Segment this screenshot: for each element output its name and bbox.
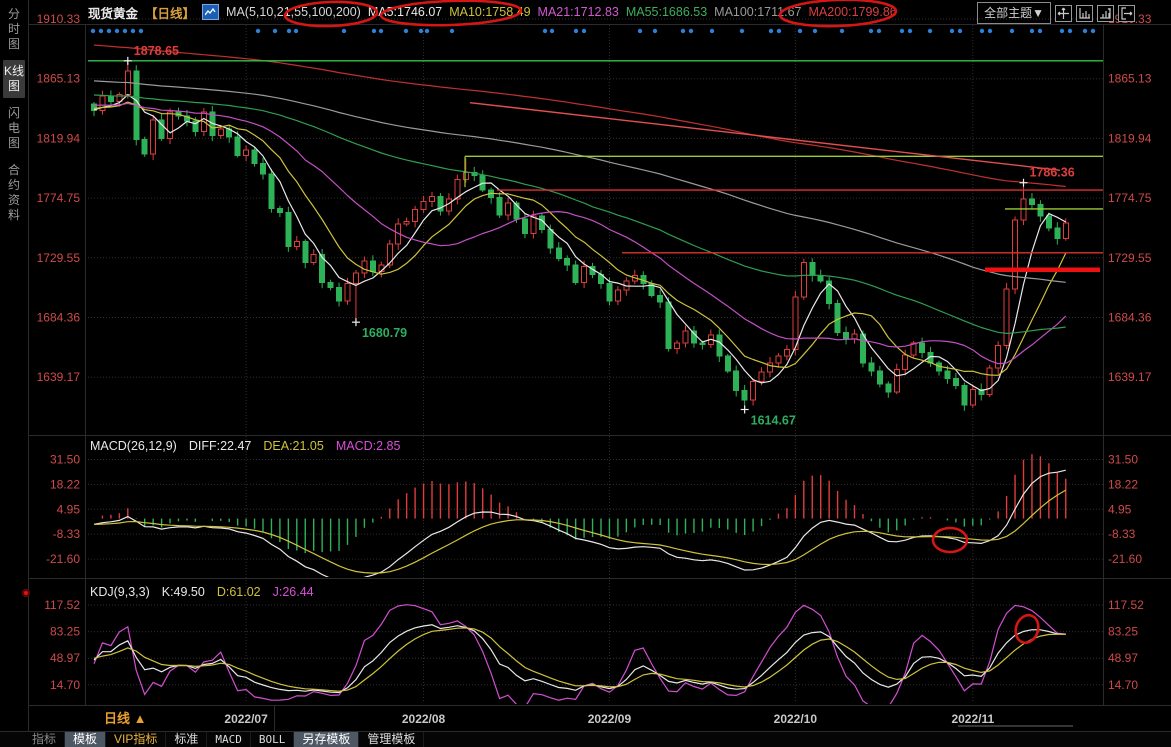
svg-text:-21.60: -21.60	[1108, 552, 1142, 566]
svg-text:-8.33: -8.33	[1108, 527, 1136, 541]
svg-text:1878.65: 1878.65	[134, 44, 179, 58]
svg-text:117.52: 117.52	[1108, 598, 1144, 612]
xaxis-row: 日线 ▲	[0, 706, 1171, 731]
svg-text:4.95: 4.95	[57, 502, 81, 516]
ma5-value: MA5:1746.07	[368, 5, 442, 19]
tab-templates[interactable]: 模板	[65, 732, 106, 747]
indicator-tabbar: 指标 模板 VIP指标 标准 MACD BOLL 另存模板 管理模板	[0, 732, 1171, 747]
theme-selector-button[interactable]: 全部主题▼	[977, 2, 1051, 24]
tab-macd[interactable]: MACD	[207, 732, 251, 747]
ma55-value: MA55:1686.53	[626, 5, 707, 19]
ma10-value: MA10:1758.49	[449, 5, 530, 19]
tab-manage-template[interactable]: 管理模板	[359, 732, 424, 747]
svg-text:1729.55: 1729.55	[1108, 251, 1152, 265]
svg-text:1865.13: 1865.13	[1108, 72, 1152, 86]
alert-dot-icon	[22, 589, 30, 597]
svg-text:1680.79: 1680.79	[362, 326, 407, 340]
svg-text:1684.36: 1684.36	[1108, 311, 1152, 325]
sidebar-item-lightning[interactable]: 闪电图	[3, 102, 25, 155]
svg-text:1819.94: 1819.94	[1108, 131, 1152, 145]
axis-right-chart-icon[interactable]	[1097, 5, 1114, 22]
svg-text:1684.36: 1684.36	[37, 311, 81, 325]
svg-text:1786.36: 1786.36	[1030, 166, 1075, 180]
svg-text:1614.67: 1614.67	[751, 414, 796, 428]
tab-vip-indicators[interactable]: VIP指标	[106, 732, 166, 747]
kdj-header: KDJ(9,3,3) K:49.50 D:61.02 J:26.44	[90, 585, 314, 599]
symbol-title: 现货黄金	[88, 3, 138, 22]
chart-canvas[interactable]: 1910.331910.331865.131865.131819.941819.…	[0, 0, 1171, 747]
macd-diff-value: DIFF:22.47	[189, 439, 252, 453]
kdj-k-value: K:49.50	[162, 585, 205, 599]
kdj-title: KDJ(9,3,3)	[90, 585, 150, 599]
tab-indicators[interactable]: 指标	[24, 732, 65, 747]
svg-text:117.52: 117.52	[44, 598, 80, 612]
macd-macd-value: MACD:2.85	[336, 439, 401, 453]
svg-text:83.25: 83.25	[1108, 625, 1138, 639]
svg-text:83.25: 83.25	[50, 625, 80, 639]
exit-pane-icon[interactable]	[1118, 5, 1135, 22]
ma21-value: MA21:1712.83	[538, 5, 619, 19]
svg-text:1865.13: 1865.13	[37, 72, 81, 86]
macd-header: MACD(26,12,9) DIFF:22.47 DEA:21.05 MACD:…	[90, 439, 400, 453]
tab-save-template[interactable]: 另存模板	[294, 732, 359, 747]
period-selector[interactable]: 日线 ▲	[86, 706, 275, 731]
pan-crosshair-icon[interactable]	[1055, 5, 1072, 22]
svg-text:14.70: 14.70	[50, 678, 80, 692]
tab-standard[interactable]: 标准	[166, 732, 207, 747]
toolbar-topright: 全部主题▼	[977, 2, 1135, 24]
svg-text:1639.17: 1639.17	[37, 370, 81, 384]
chart-type-sidebar: 分时图 K线图 闪电图 合约资料	[0, 0, 28, 731]
svg-text:31.50: 31.50	[1108, 453, 1138, 467]
svg-text:1729.55: 1729.55	[37, 251, 81, 265]
svg-text:48.97: 48.97	[1108, 651, 1138, 665]
kline-mini-icon[interactable]	[202, 4, 219, 20]
svg-text:48.97: 48.97	[50, 651, 80, 665]
ma100-value: MA100:1711.67	[714, 5, 801, 19]
sidebar-item-kline[interactable]: K线图	[3, 60, 25, 98]
svg-text:18.22: 18.22	[1108, 477, 1138, 491]
tab-boll[interactable]: BOLL	[251, 732, 295, 747]
kdj-d-value: D:61.02	[217, 585, 261, 599]
kdj-j-value: J:26.44	[273, 585, 314, 599]
ma200-value: MA200:1799.86	[809, 5, 897, 19]
svg-text:14.70: 14.70	[1108, 678, 1138, 692]
chart-legend: 现货黄金 【日线】 MA(5,10,21,55,100,200) MA5:174…	[88, 0, 897, 24]
svg-text:1819.94: 1819.94	[37, 131, 81, 145]
svg-text:31.50: 31.50	[50, 453, 80, 467]
svg-text:1774.75: 1774.75	[1108, 191, 1152, 205]
axis-left-chart-icon[interactable]	[1076, 5, 1093, 22]
svg-text:-8.33: -8.33	[53, 527, 81, 541]
svg-text:1639.17: 1639.17	[1108, 370, 1152, 384]
macd-dea-value: DEA:21.05	[263, 439, 323, 453]
svg-text:18.22: 18.22	[50, 477, 80, 491]
svg-text:4.95: 4.95	[1108, 502, 1132, 516]
trading-app-window: 1910.331910.331865.131865.131819.941819.…	[0, 0, 1171, 747]
sidebar-item-contract-info[interactable]: 合约资料	[3, 159, 25, 227]
svg-text:-21.60: -21.60	[46, 552, 80, 566]
period-label: 【日线】	[145, 3, 195, 22]
ma-settings-label: MA(5,10,21,55,100,200)	[226, 5, 361, 19]
macd-title: MACD(26,12,9)	[90, 439, 177, 453]
svg-text:1910.33: 1910.33	[37, 12, 81, 26]
sidebar-item-timeshare[interactable]: 分时图	[3, 3, 25, 56]
svg-text:1774.75: 1774.75	[37, 191, 81, 205]
